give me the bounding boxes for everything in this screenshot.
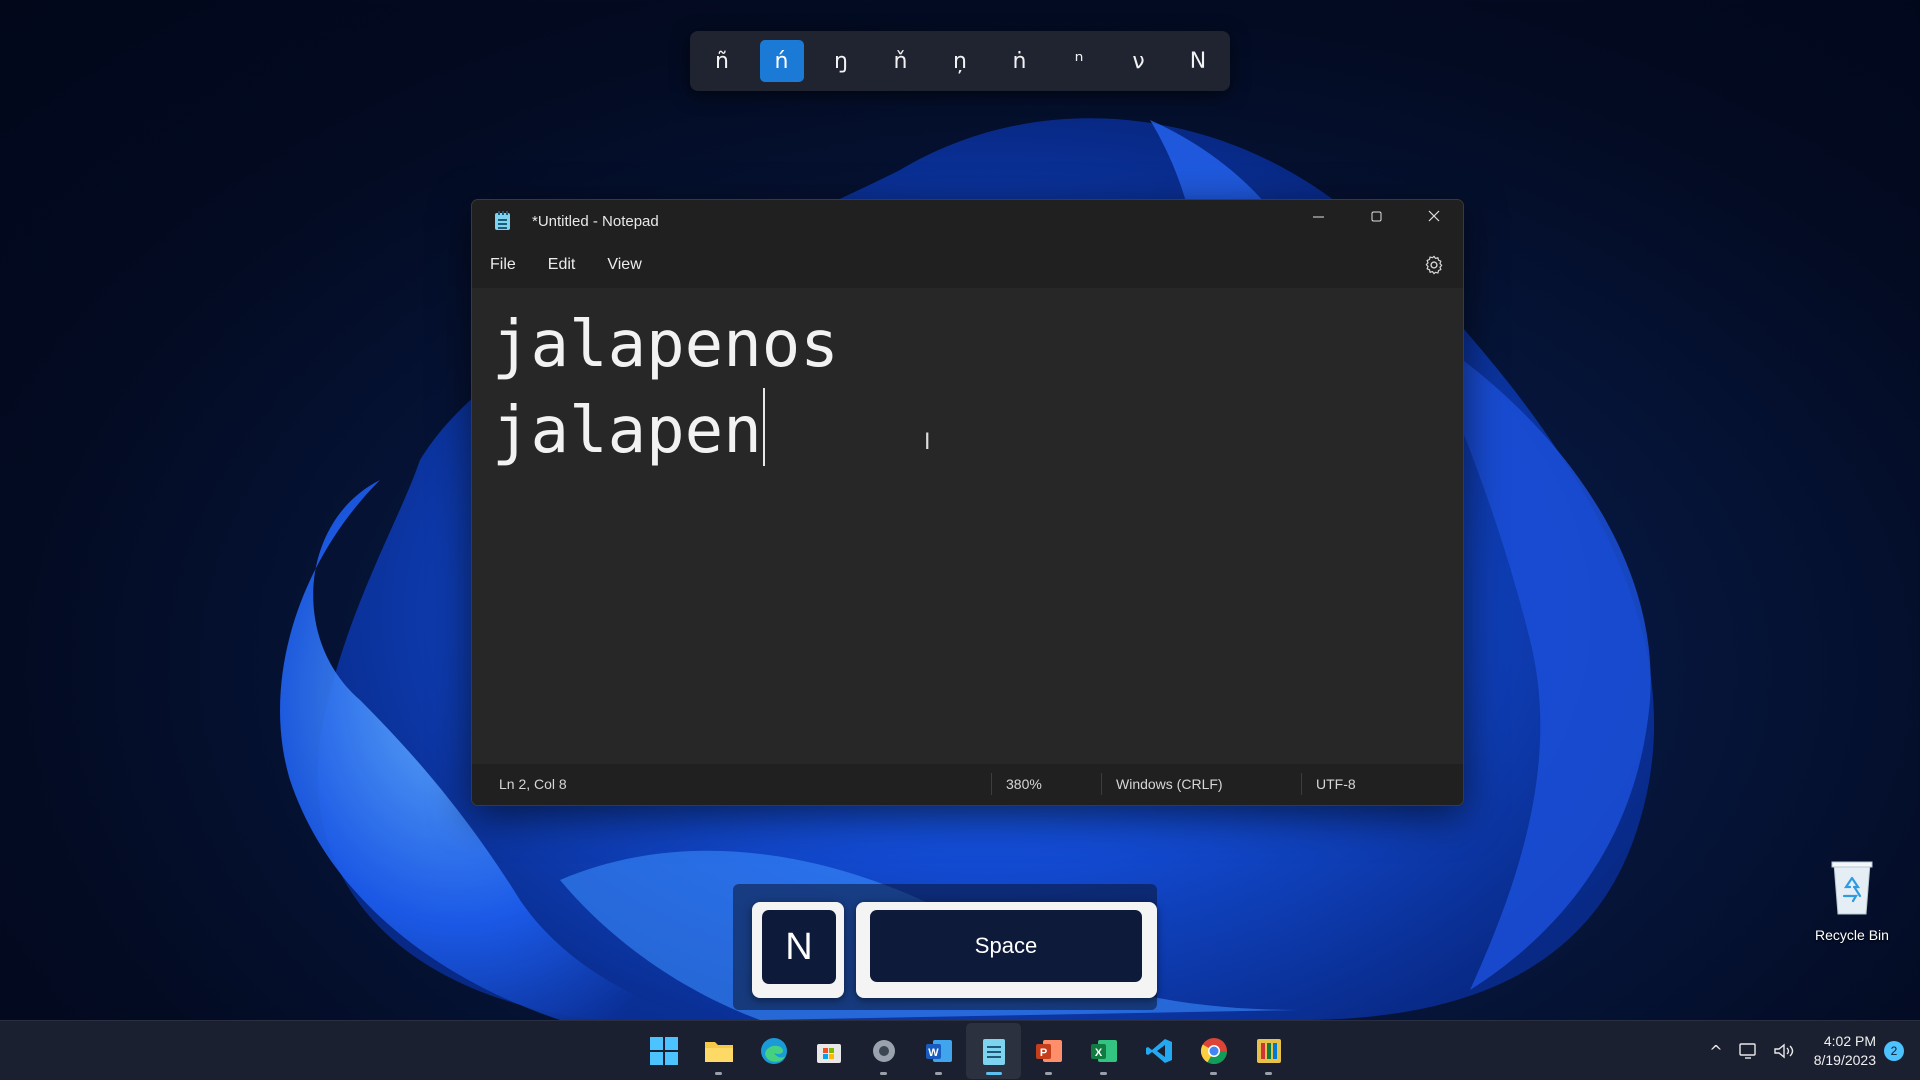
taskbar-chrome[interactable] [1186,1023,1241,1079]
taskbar-vscode[interactable] [1131,1023,1186,1079]
start-button[interactable] [636,1023,691,1079]
svg-text:X: X [1094,1047,1102,1059]
volume-icon[interactable] [1772,1041,1796,1061]
svg-text:W: W [928,1047,939,1059]
menu-edit[interactable]: Edit [534,256,590,274]
key-n: N [752,902,844,998]
accent-option-8[interactable]: Ν [1176,40,1220,82]
status-bar: Ln 2, Col 8 380% Windows (CRLF) UTF-8 [472,764,1463,805]
accent-option-7[interactable]: ν [1117,40,1161,82]
clock-time: 4:02 PM [1823,1033,1876,1049]
key-space-label: Space [870,910,1142,982]
taskbar-store[interactable] [801,1023,856,1079]
svg-text:P: P [1039,1047,1046,1059]
settings-gear-icon[interactable] [1423,254,1445,276]
minimize-icon [1312,216,1324,217]
chevron-up-icon[interactable]: ^ [1709,1042,1722,1061]
clock[interactable]: 4:02 PM 8/19/2023 [1814,1032,1876,1070]
word-icon: W [925,1040,952,1062]
accent-option-0[interactable]: ñ [700,40,744,82]
accent-option-1[interactable]: ń [759,40,804,82]
notification-badge[interactable]: 2 [1884,1041,1904,1061]
taskbar: W P X ^ 4:02 PM 8/19/2023 2 [0,1020,1920,1080]
close-icon [1428,210,1440,222]
chrome-icon [1200,1038,1227,1065]
taskbar-edge[interactable] [746,1023,801,1079]
start-icon [649,1037,678,1065]
key-space: Space [856,902,1157,998]
accent-option-3[interactable]: ň [879,40,923,82]
text-editor-area[interactable]: jalapenos jalapen I [472,288,1463,766]
accent-character-picker: ñńŋňņṅⁿνΝ [690,31,1230,91]
settings-icon [872,1040,895,1062]
store-icon [816,1044,841,1063]
powerpoint-icon: P [1035,1040,1062,1062]
text-line-2: jalapen [492,388,765,468]
notepad-icon [982,1039,1005,1065]
zoom-level: 380% [1006,776,1042,792]
app-icon [1256,1039,1281,1063]
vscode-icon [1145,1039,1172,1063]
maximize-button[interactable] [1347,200,1405,232]
taskbar-excel[interactable]: X [1076,1023,1131,1079]
accent-option-6[interactable]: ⁿ [1057,40,1101,82]
text-caret [762,388,765,466]
cursor-position: Ln 2, Col 8 [499,776,567,792]
key-n-label: N [762,910,836,984]
excel-icon: X [1090,1040,1117,1062]
recycle-bin-label: Recycle Bin [1815,927,1889,943]
accent-option-4[interactable]: ņ [938,40,982,82]
taskbar-word[interactable]: W [911,1023,966,1079]
taskbar-notepad[interactable] [966,1023,1021,1079]
title-bar[interactable]: *Untitled - Notepad [472,200,1463,242]
clock-date: 8/19/2023 [1813,1052,1876,1068]
menu-file[interactable]: File [476,256,530,274]
file-explorer-icon [704,1042,733,1062]
recycle-bin-icon [1831,861,1873,915]
text-line-1: jalapenos [492,308,839,382]
accent-option-2[interactable]: ŋ [819,40,863,82]
network-icon[interactable] [1738,1041,1760,1061]
taskbar-file-explorer[interactable] [691,1023,746,1079]
accent-option-5[interactable]: ṅ [998,40,1042,82]
ibeam-cursor-icon: I [924,430,931,455]
window-title: *Untitled - Notepad [532,212,659,230]
taskbar-settings[interactable] [856,1023,911,1079]
taskbar-app[interactable] [1241,1023,1296,1079]
maximize-icon [1371,211,1381,221]
system-tray: ^ 4:02 PM 8/19/2023 2 [1700,1021,1920,1080]
taskbar-powerpoint[interactable]: P [1021,1023,1076,1079]
close-button[interactable] [1405,200,1463,232]
notepad-window: *Untitled - Notepad File Edit View jalap… [471,199,1464,806]
encoding: UTF-8 [1316,776,1356,792]
notepad-icon [494,211,512,231]
recycle-bin[interactable]: Recycle Bin [1808,858,1896,943]
menu-bar: File Edit View [472,242,1463,288]
minimize-button[interactable] [1289,200,1347,232]
taskbar-pinned-apps: W P X [636,1021,1296,1080]
menu-view[interactable]: View [593,256,655,274]
edge-icon [760,1038,787,1064]
line-ending: Windows (CRLF) [1116,776,1223,792]
